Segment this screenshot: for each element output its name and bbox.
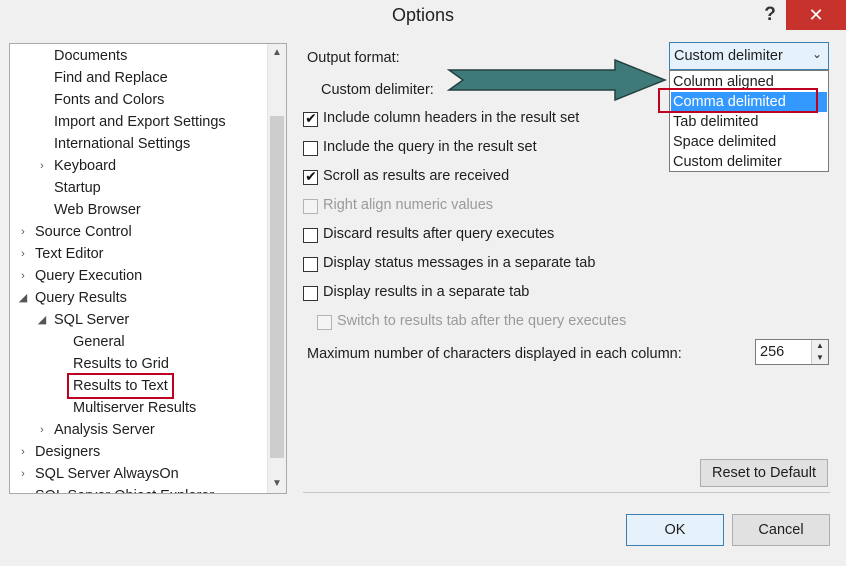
expand-arrow-icon[interactable]: › (17, 243, 29, 265)
help-button[interactable]: ? (757, 4, 783, 28)
ok-button[interactable]: OK (626, 514, 724, 546)
spinner-buttons: ▲ ▼ (811, 340, 828, 364)
checkmark-icon: ✔ (305, 168, 317, 184)
tree-item-label: Source Control (35, 224, 132, 240)
separator (303, 492, 830, 493)
custom-delimiter-label: Custom delimiter: (321, 82, 434, 98)
tree-item[interactable]: › Designers (10, 441, 268, 463)
tree-item-label: Startup (54, 180, 101, 196)
checkbox-label[interactable]: Include column headers in the result set (323, 110, 579, 126)
checkbox[interactable] (303, 228, 318, 243)
scroll-down-icon[interactable]: ▼ (268, 475, 286, 493)
tree-item-label: Text Editor (35, 246, 104, 262)
annotation-arrow-icon (447, 58, 668, 102)
checkbox[interactable] (303, 257, 318, 272)
tree-item-label: Query Execution (35, 268, 143, 284)
output-format-dropdown[interactable]: Column aligned Comma delimited Tab delimit… (669, 70, 829, 172)
tree-item[interactable]: Multiserver Results (10, 397, 268, 419)
output-format-select[interactable]: Custom delimiter ⌄ (669, 42, 829, 70)
max-chars-spinner[interactable]: 256 ▲ ▼ (755, 339, 829, 365)
tree-item[interactable]: Startup (10, 177, 268, 199)
tree-item-label: Documents (54, 48, 128, 64)
tree-item-label: Analysis Server (54, 422, 155, 438)
checkbox-label: Right align numeric values (323, 197, 494, 213)
checkbox-label[interactable]: Discard results after query executes (323, 226, 554, 242)
expand-arrow-icon[interactable]: › (17, 441, 29, 463)
expand-arrow-icon[interactable]: › (36, 155, 48, 177)
tree-item[interactable]: › Analysis Server (10, 419, 268, 441)
tree-item-label: Designers (35, 444, 101, 460)
dropdown-option[interactable]: Custom delimiter (671, 152, 827, 172)
tree-item[interactable]: Import and Export Settings (10, 111, 268, 133)
tree-item[interactable]: Find and Replace (10, 67, 268, 89)
tree-item-label: SQL Server Object Explorer (35, 485, 214, 493)
checkbox-label[interactable]: Scroll as results are received (323, 168, 509, 184)
tree-item-label: Multiserver Results (73, 400, 197, 416)
tree-item-label: Results to Grid (73, 356, 169, 372)
tree-item[interactable]: Results to Grid (10, 353, 268, 375)
scroll-up-icon[interactable]: ▲ (268, 44, 286, 62)
spin-up-icon[interactable]: ▲ (812, 340, 828, 352)
tree-item[interactable]: International Settings (10, 133, 268, 155)
tree-item[interactable]: › Source Control (10, 221, 268, 243)
tree-item-label: General (73, 334, 125, 350)
window-title: Options (391, 5, 455, 25)
spin-down-icon[interactable]: ▼ (812, 352, 828, 364)
collapse-arrow-icon[interactable]: ◢ (17, 287, 29, 309)
tree-item-label: Results to Text (67, 373, 174, 399)
checkbox-label[interactable]: Display status messages in a separate ta… (323, 255, 595, 271)
tree-item[interactable]: ◢ Query Results (10, 287, 268, 309)
checkbox-label[interactable]: Include the query in the result set (323, 139, 537, 155)
options-tree[interactable]: Documents Find and Replace Fonts and Color… (9, 43, 287, 494)
checkbox[interactable] (303, 286, 318, 301)
checkbox[interactable] (303, 141, 318, 156)
tree-item-selected[interactable]: Results to Text (10, 373, 268, 399)
tree-item[interactable]: ◢ SQL Server (10, 309, 268, 331)
tree-item-label: SQL Server (54, 312, 130, 328)
tree-item-label: International Settings (54, 136, 191, 152)
expand-arrow-icon[interactable]: › (17, 485, 29, 493)
tree-item-label: Find and Replace (54, 70, 168, 86)
expand-arrow-icon[interactable]: › (17, 221, 29, 243)
output-format-value: Custom delimiter (674, 48, 783, 64)
tree-item[interactable]: › SQL Server Object Explorer (10, 485, 268, 493)
checkbox-label[interactable]: Display results in a separate tab (323, 284, 529, 300)
tree-scrollbar[interactable]: ▲ ▼ (267, 44, 286, 493)
max-chars-label: Maximum number of characters displayed i… (307, 346, 682, 362)
checkbox (317, 315, 332, 330)
tree-item[interactable]: › Text Editor (10, 243, 268, 265)
max-chars-value[interactable]: 256 (760, 344, 784, 360)
dropdown-option[interactable]: Space delimited (671, 132, 827, 152)
tree-item-label: Keyboard (54, 158, 117, 174)
annotation-highlight-box (658, 88, 818, 113)
checkbox[interactable]: ✔ (303, 110, 318, 127)
collapse-arrow-icon[interactable]: ◢ (36, 309, 48, 331)
reset-to-default-button[interactable]: Reset to Default (700, 459, 828, 487)
tree-item-label: Fonts and Colors (54, 92, 165, 108)
chevron-down-icon[interactable]: ⌄ (812, 47, 822, 61)
cancel-button[interactable]: Cancel (732, 514, 830, 546)
tree-item-label: Import and Export Settings (54, 114, 226, 130)
scroll-thumb[interactable] (270, 116, 284, 458)
checkmark-icon: ✔ (305, 110, 317, 126)
dropdown-option[interactable]: Tab delimited (671, 112, 827, 132)
tree-item-label: Query Results (35, 290, 127, 306)
tree-item[interactable]: › SQL Server AlwaysOn (10, 463, 268, 485)
tree-item[interactable]: General (10, 331, 268, 353)
expand-arrow-icon[interactable]: › (17, 463, 29, 485)
tree-item-label: SQL Server AlwaysOn (35, 466, 179, 482)
checkbox (303, 199, 318, 214)
output-format-label: Output format: (307, 50, 400, 66)
tree-item[interactable]: › Query Execution (10, 265, 268, 287)
checkbox-label: Switch to results tab after the query ex… (337, 313, 627, 329)
expand-arrow-icon[interactable]: › (17, 265, 29, 287)
checkbox[interactable]: ✔ (303, 168, 318, 185)
tree-item[interactable]: Documents (10, 45, 268, 67)
tree-item-label: Web Browser (54, 202, 141, 218)
tree-item[interactable]: Fonts and Colors (10, 89, 268, 111)
expand-arrow-icon[interactable]: › (36, 419, 48, 441)
tree-item[interactable]: Web Browser (10, 199, 268, 221)
close-button[interactable]: ✕ (786, 0, 846, 30)
tree-item[interactable]: › Keyboard (10, 155, 268, 177)
